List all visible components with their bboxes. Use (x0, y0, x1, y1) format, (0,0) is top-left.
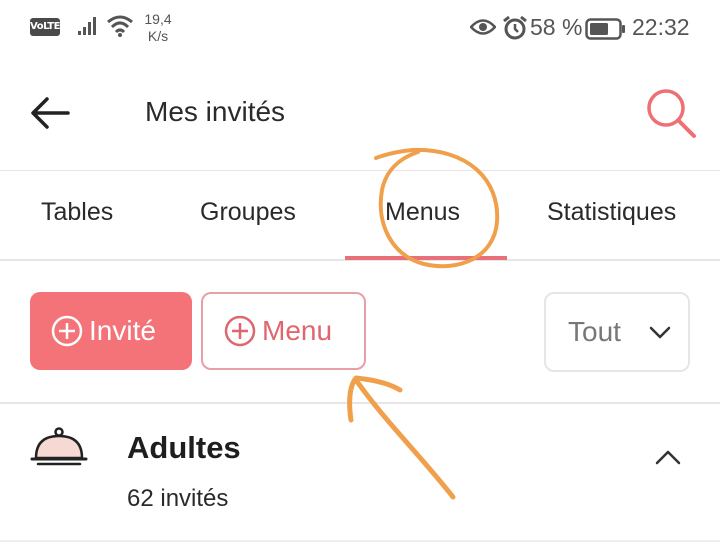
annotation-arrow (347, 375, 456, 500)
plus-circle-icon (51, 315, 83, 347)
add-menu-button[interactable]: Menu (201, 292, 366, 370)
plus-circle-icon (224, 315, 256, 347)
net-speed: 19,4 K/s (144, 11, 172, 44)
battery-percent: 58 % (530, 14, 583, 40)
divider (0, 402, 720, 404)
add-guest-label: Invité (89, 315, 156, 346)
search-icon[interactable] (644, 86, 698, 140)
volte-badge: VoLTE (30, 18, 60, 36)
battery-icon (585, 18, 625, 40)
filter-select[interactable]: Tout (544, 292, 690, 372)
tab-groupes[interactable]: Groupes (200, 198, 296, 227)
signal-icon (78, 17, 96, 35)
page-title: Mes invités (145, 96, 286, 127)
section-count: 62 invités (127, 485, 229, 512)
add-guest-button[interactable]: Invité (30, 292, 192, 370)
tab-menus[interactable]: Menus (385, 198, 460, 227)
app-bar: Mes invités (0, 58, 720, 171)
alarm-icon (503, 15, 527, 40)
wifi-icon (107, 15, 133, 37)
tab-bar: Tables Groupes Menus Statistiques (0, 171, 720, 261)
tab-tables[interactable]: Tables (41, 198, 113, 227)
tab-statistiques[interactable]: Statistiques (547, 198, 676, 227)
status-bar: VoLTE 19,4 K/s 58 % 22:32 (0, 0, 720, 58)
active-tab-indicator (345, 256, 507, 260)
back-arrow-icon[interactable] (30, 96, 70, 130)
filter-value: Tout (568, 316, 621, 347)
chevron-down-icon (649, 326, 671, 339)
eye-icon (470, 19, 496, 35)
divider (0, 540, 720, 542)
clock: 22:32 (632, 14, 690, 40)
add-menu-label: Menu (262, 315, 333, 346)
cloche-icon (30, 427, 88, 466)
chevron-up-icon[interactable] (654, 448, 682, 466)
section-title: Adultes (127, 430, 241, 465)
